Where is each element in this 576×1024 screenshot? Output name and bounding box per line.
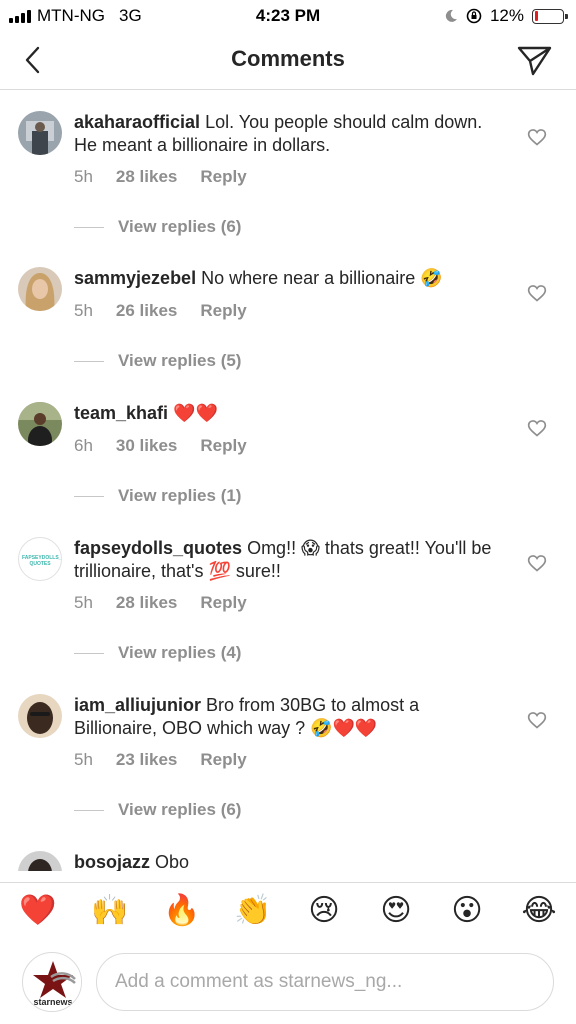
reply-button[interactable]: Reply: [200, 750, 246, 770]
heart-outline-icon: [527, 129, 547, 146]
reply-button[interactable]: Reply: [200, 436, 246, 456]
emoji-clap-button[interactable]: 👏: [234, 893, 271, 929]
comment-time: 5h: [74, 301, 93, 320]
moon-icon: [445, 9, 457, 22]
avatar[interactable]: [18, 111, 62, 155]
view-replies-button[interactable]: View replies (6): [74, 217, 241, 237]
view-replies-label: View replies (1): [118, 486, 242, 505]
comment-content: No where near a billionaire 🤣: [201, 268, 443, 288]
comment-input[interactable]: [96, 953, 554, 1011]
comment-meta: 5h 28 likes Reply: [74, 167, 247, 187]
status-bar: MTN-NG 3G 4:23 PM 12%: [0, 0, 576, 32]
avatar[interactable]: [18, 851, 62, 871]
comment-text: fapseydolls_quotes Omg!! 😱 thats great!!…: [74, 537, 494, 583]
comment-time: 5h: [74, 750, 93, 769]
comment-meta: 5h 28 likes Reply: [74, 593, 247, 613]
battery-level-fill: [534, 11, 538, 21]
emoji-crying-button[interactable]: 😢: [306, 893, 342, 929]
emoji-quick-bar: ❤️ 🙌 🔥 👏 😢 😍 😮 😂: [0, 882, 576, 938]
view-replies-button[interactable]: View replies (1): [74, 486, 241, 506]
comment-time: 5h: [74, 167, 93, 186]
emoji-heart-eyes-button[interactable]: 😍: [378, 893, 414, 929]
view-replies-button[interactable]: View replies (5): [74, 351, 241, 371]
battery-percent: 12%: [489, 6, 524, 25]
comment-text: iam_alliujunior Bro from 30BG to almost …: [74, 694, 494, 740]
reply-button[interactable]: Reply: [200, 167, 246, 187]
comment-list[interactable]: akaharaofficial Lol. You people should c…: [0, 91, 576, 871]
like-button[interactable]: [527, 553, 547, 573]
view-replies-label: View replies (5): [118, 351, 242, 370]
comment-username[interactable]: iam_alliujunior: [74, 695, 201, 715]
comment-meta: 6h 30 likes Reply: [74, 436, 247, 456]
emoji-surprised-button[interactable]: 😮: [449, 893, 485, 929]
comment-likes[interactable]: 30 likes: [116, 436, 177, 456]
comment-username[interactable]: sammyjezebel: [74, 268, 196, 288]
divider: [74, 495, 104, 497]
comment-time: 6h: [74, 436, 93, 455]
like-button[interactable]: [527, 418, 547, 438]
comment-text: akaharaofficial Lol. You people should c…: [74, 111, 494, 157]
divider: [74, 809, 104, 811]
comment-username[interactable]: bosojazz: [74, 852, 150, 871]
direct-message-button[interactable]: [514, 40, 554, 80]
comment-likes[interactable]: 28 likes: [116, 167, 177, 187]
comment-text: sammyjezebel No where near a billionaire…: [74, 267, 494, 290]
avatar-label: starnews: [33, 997, 73, 1007]
reply-button[interactable]: Reply: [200, 301, 246, 321]
header: Comments: [0, 32, 576, 90]
avatar-logo-text: FAPSEYDOLLS_ QUOTES: [22, 555, 62, 567]
avatar[interactable]: FAPSEYDOLLS_ QUOTES: [18, 537, 62, 581]
comment-content: Obo: [155, 852, 190, 871]
avatar[interactable]: [18, 267, 62, 311]
reply-button[interactable]: Reply: [200, 593, 246, 613]
comment-likes[interactable]: 28 likes: [116, 593, 177, 613]
view-replies-label: View replies (6): [118, 800, 242, 819]
comment-username[interactable]: fapseydolls_quotes: [74, 538, 242, 558]
comment-username[interactable]: team_khafi: [74, 403, 168, 423]
comment-text: bosojazz Obo: [74, 851, 494, 871]
divider: [74, 360, 104, 362]
emoji-fire-button[interactable]: 🔥: [163, 893, 200, 929]
heart-outline-icon: [527, 555, 547, 572]
comment-meta: 5h 26 likes Reply: [74, 301, 247, 321]
comment-composer: starnews: [0, 944, 576, 1020]
view-replies-button[interactable]: View replies (6): [74, 800, 241, 820]
heart-outline-icon: [527, 285, 547, 302]
orientation-lock-icon: [466, 8, 482, 24]
divider: [74, 226, 104, 228]
comment-text: team_khafi ❤️❤️: [74, 402, 494, 425]
emoji-heart-button[interactable]: ❤️: [19, 893, 56, 929]
comment-time: 5h: [74, 593, 93, 612]
like-button[interactable]: [527, 127, 547, 147]
my-avatar[interactable]: starnews: [22, 952, 82, 1012]
paper-plane-icon: [517, 46, 552, 76]
comment-content: ❤️❤️: [173, 403, 218, 423]
comment-meta: 5h 23 likes Reply: [74, 750, 247, 770]
avatar[interactable]: [18, 402, 62, 446]
view-replies-button[interactable]: View replies (4): [74, 643, 241, 663]
heart-outline-icon: [527, 420, 547, 437]
view-replies-label: View replies (6): [118, 217, 242, 236]
emoji-laughing-button[interactable]: 😂: [521, 893, 557, 929]
emoji-raised-hands-button[interactable]: 🙌: [91, 893, 128, 929]
divider: [74, 652, 104, 654]
comment-likes[interactable]: 23 likes: [116, 750, 177, 770]
comment-likes[interactable]: 26 likes: [116, 301, 177, 321]
view-replies-label: View replies (4): [118, 643, 242, 662]
heart-outline-icon: [527, 712, 547, 729]
battery-icon: [532, 8, 568, 24]
page-title: Comments: [231, 46, 345, 71]
like-button[interactable]: [527, 710, 547, 730]
avatar[interactable]: [18, 694, 62, 738]
comment-username[interactable]: akaharaofficial: [74, 112, 200, 132]
like-button[interactable]: [527, 283, 547, 303]
status-right: 12%: [444, 6, 568, 26]
